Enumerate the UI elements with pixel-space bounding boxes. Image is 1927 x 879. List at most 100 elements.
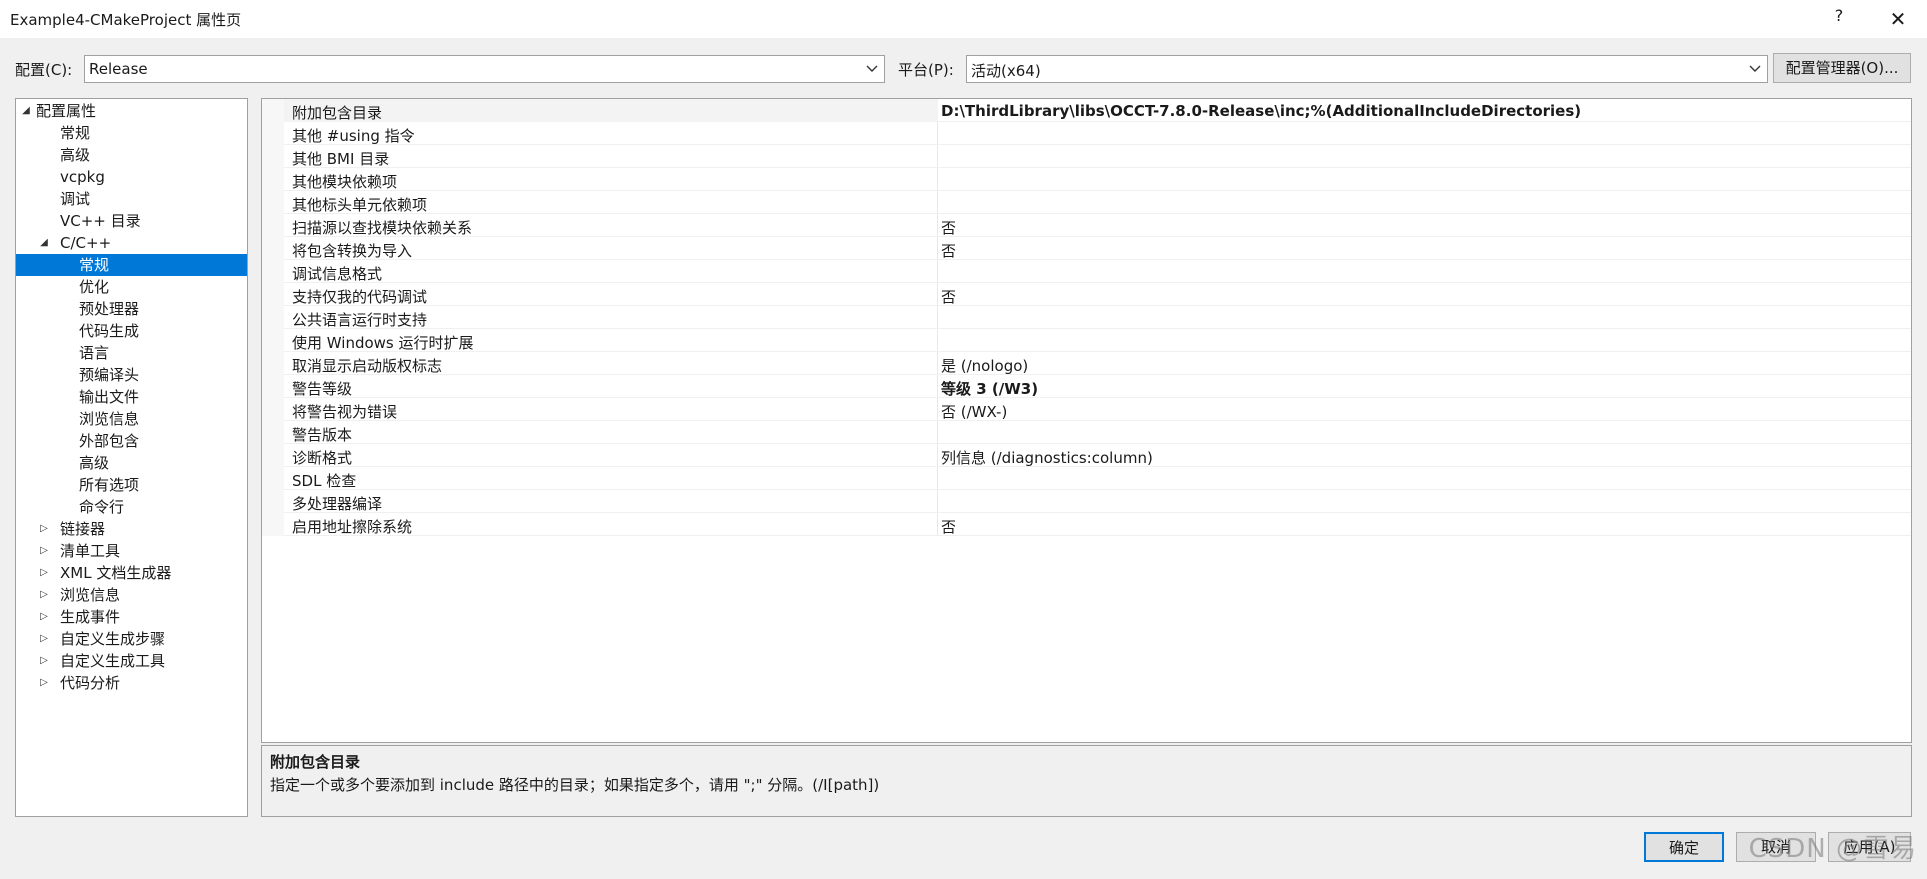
tree-item[interactable]: 常规 <box>16 254 247 276</box>
platform-select[interactable]: 活动(x64) <box>966 55 1768 83</box>
expand-arrow-icon[interactable]: ▷ <box>38 540 50 562</box>
chevron-down-icon <box>1747 59 1763 79</box>
tree-item[interactable]: ▷ 自定义生成工具 <box>16 650 247 672</box>
property-row[interactable]: 支持仅我的代码调试 否 <box>262 283 1911 306</box>
property-row[interactable]: 诊断格式 列信息 (/diagnostics:column) <box>262 444 1911 467</box>
expand-arrow-icon[interactable]: ▷ <box>38 584 50 606</box>
tree-item[interactable]: ▷ 链接器 <box>16 518 247 540</box>
config-manager-button[interactable]: 配置管理器(O)... <box>1773 53 1911 83</box>
property-row[interactable]: 其他 #using 指令 <box>262 122 1911 145</box>
tree-item[interactable]: 高级 <box>16 452 247 474</box>
tree-item[interactable]: 常规 <box>16 122 247 144</box>
property-name: 其他 #using 指令 <box>292 127 415 145</box>
tree-item[interactable]: ◢ 配置属性 <box>16 100 247 122</box>
title-bar: Example4-CMakeProject 属性页 ? ✕ <box>0 0 1927 38</box>
tree-item[interactable]: ◢ C/C++ <box>16 232 247 254</box>
close-button[interactable]: ✕ <box>1883 4 1913 34</box>
property-value[interactable]: 否 <box>941 240 956 261</box>
platform-label: 平台(P): <box>898 61 954 79</box>
property-row[interactable]: 将包含转换为导入 否 <box>262 237 1911 260</box>
tree-item[interactable]: 预处理器 <box>16 298 247 320</box>
tree-item-label: C/C++ <box>60 234 112 252</box>
property-row[interactable]: 取消显示启动版权标志 是 (/nologo) <box>262 352 1911 375</box>
tree-item[interactable]: ▷ 代码分析 <box>16 672 247 694</box>
property-row[interactable]: 其他标头单元依赖项 <box>262 191 1911 214</box>
tree-item[interactable]: 高级 <box>16 144 247 166</box>
tree-item[interactable]: ▷ 生成事件 <box>16 606 247 628</box>
tree-item[interactable]: 预编译头 <box>16 364 247 386</box>
property-row[interactable]: 附加包含目录 D:\ThirdLibrary\libs\OCCT-7.8.0-Re… <box>262 99 1911 122</box>
expand-arrow-icon[interactable]: ▷ <box>38 672 50 694</box>
property-row[interactable]: 扫描源以查找模块依赖关系 否 <box>262 214 1911 237</box>
row-gutter <box>262 306 284 329</box>
property-value[interactable]: 否 <box>941 217 956 238</box>
tree-item[interactable]: 所有选项 <box>16 474 247 496</box>
property-value[interactable]: 否 (/WX-) <box>941 401 1007 422</box>
property-value[interactable]: 否 <box>941 286 956 307</box>
tree-item-label: vcpkg <box>60 168 105 186</box>
property-row[interactable]: 公共语言运行时支持 <box>262 306 1911 329</box>
help-button[interactable]: ? <box>1827 6 1851 32</box>
ok-button[interactable]: 确定 <box>1644 832 1724 862</box>
tree-item[interactable]: 优化 <box>16 276 247 298</box>
property-name: 警告版本 <box>292 426 353 444</box>
tree-item[interactable]: 代码生成 <box>16 320 247 342</box>
property-value[interactable]: 等级 3 (/W3) <box>941 378 1038 399</box>
tree-item-label: VC++ 目录 <box>60 212 141 230</box>
selected-name-cell <box>284 99 938 122</box>
property-value[interactable]: 否 <box>941 516 956 537</box>
tree-item[interactable]: vcpkg <box>16 166 247 188</box>
expand-arrow-icon[interactable]: ▷ <box>38 650 50 672</box>
property-row[interactable]: SDL 检查 <box>262 467 1911 490</box>
tree-item[interactable]: VC++ 目录 <box>16 210 247 232</box>
tree-item-label: 预处理器 <box>79 300 140 318</box>
tree-item[interactable]: ▷ 自定义生成步骤 <box>16 628 247 650</box>
property-row[interactable]: 其他 BMI 目录 <box>262 145 1911 168</box>
row-gutter <box>262 168 284 191</box>
property-name: 警告等级 <box>292 380 353 398</box>
property-row[interactable]: 启用地址擦除系统 否 <box>262 513 1911 536</box>
tree-item[interactable]: ▷ XML 文档生成器 <box>16 562 247 584</box>
row-gutter <box>262 99 284 122</box>
property-value[interactable]: D:\ThirdLibrary\libs\OCCT-7.8.0-Release\… <box>941 102 1581 120</box>
property-value[interactable]: 列信息 (/diagnostics:column) <box>941 447 1153 468</box>
tree-item-label: 代码生成 <box>79 322 140 340</box>
property-name: 公共语言运行时支持 <box>292 311 428 329</box>
property-row[interactable]: 其他模块依赖项 <box>262 168 1911 191</box>
tree-item[interactable]: 调试 <box>16 188 247 210</box>
property-row[interactable]: 警告等级 等级 3 (/W3) <box>262 375 1911 398</box>
property-row[interactable]: 使用 Windows 运行时扩展 <box>262 329 1911 352</box>
tree-item[interactable]: ▷ 清单工具 <box>16 540 247 562</box>
collapse-arrow-icon[interactable]: ◢ <box>20 100 32 122</box>
description-panel: 附加包含目录 指定一个或多个要添加到 include 路径中的目录；如果指定多个… <box>261 745 1912 817</box>
row-gutter <box>262 214 284 237</box>
expand-arrow-icon[interactable]: ▷ <box>38 606 50 628</box>
property-row[interactable]: 警告版本 <box>262 421 1911 444</box>
tree-item[interactable]: 外部包含 <box>16 430 247 452</box>
row-gutter <box>262 191 284 214</box>
tree-item[interactable]: ▷ 浏览信息 <box>16 584 247 606</box>
row-gutter <box>262 490 284 513</box>
tree-item[interactable]: 命令行 <box>16 496 247 518</box>
property-value[interactable]: 是 (/nologo) <box>941 355 1028 376</box>
tree-item-label: 高级 <box>60 146 91 164</box>
tree-item-label: 语言 <box>79 344 110 362</box>
collapse-arrow-icon[interactable]: ◢ <box>38 232 50 254</box>
expand-arrow-icon[interactable]: ▷ <box>38 518 50 540</box>
tree-item[interactable]: 浏览信息 <box>16 408 247 430</box>
property-row[interactable]: 多处理器编译 <box>262 490 1911 513</box>
property-row[interactable]: 调试信息格式 <box>262 260 1911 283</box>
property-grid: 附加包含目录 D:\ThirdLibrary\libs\OCCT-7.8.0-Re… <box>261 98 1912 743</box>
expand-arrow-icon[interactable]: ▷ <box>38 562 50 584</box>
tree-item-label: 配置属性 <box>36 102 97 120</box>
property-row[interactable]: 将警告视为错误 否 (/WX-) <box>262 398 1911 421</box>
tree-item[interactable]: 语言 <box>16 342 247 364</box>
config-label: 配置(C): <box>15 61 73 79</box>
tree-item[interactable]: 输出文件 <box>16 386 247 408</box>
row-gutter <box>262 375 284 398</box>
row-gutter <box>262 260 284 283</box>
config-select[interactable]: Release <box>84 55 885 83</box>
property-name: 使用 Windows 运行时扩展 <box>292 334 474 352</box>
description-text: 指定一个或多个要添加到 include 路径中的目录；如果指定多个，请用 ";"… <box>270 776 880 794</box>
expand-arrow-icon[interactable]: ▷ <box>38 628 50 650</box>
